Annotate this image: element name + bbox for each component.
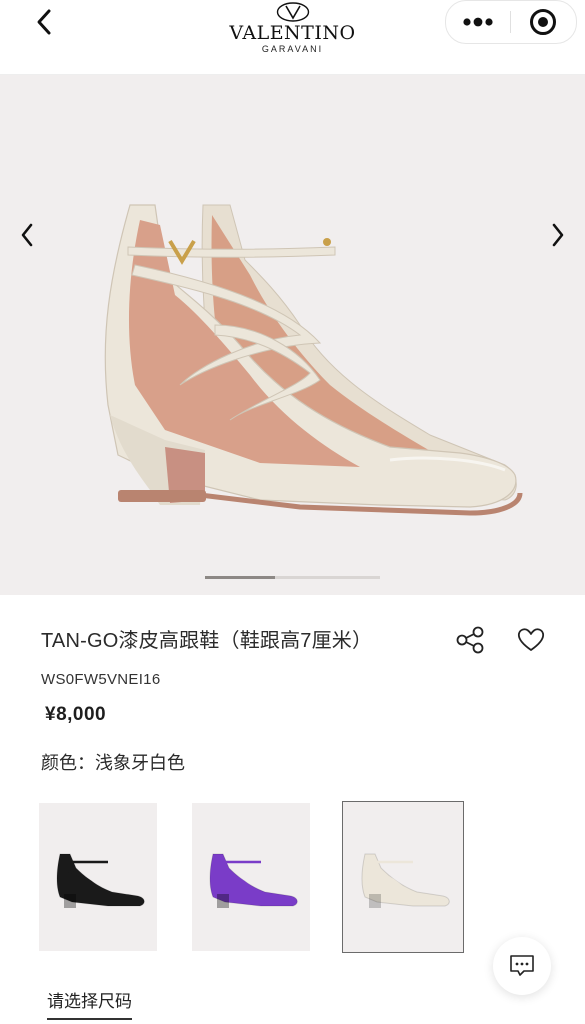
product-price: ¥8,000 bbox=[45, 704, 107, 725]
brand-name: VALENTINO bbox=[229, 22, 356, 44]
product-image bbox=[104, 204, 523, 516]
more-menu-button[interactable] bbox=[446, 1, 510, 43]
product-sku: WS0FW5VNEI16 bbox=[41, 671, 161, 688]
gallery-next-button[interactable] bbox=[543, 220, 573, 250]
chat-bubble-icon bbox=[510, 955, 534, 976]
gallery-prev-button[interactable] bbox=[12, 220, 42, 250]
chat-button[interactable] bbox=[493, 937, 551, 995]
favorite-button[interactable] bbox=[515, 624, 547, 656]
chevron-left-icon bbox=[37, 9, 51, 35]
more-dots-icon bbox=[463, 17, 493, 27]
product-image-gallery[interactable] bbox=[0, 75, 585, 595]
color-swatch-ivory[interactable] bbox=[342, 801, 464, 953]
back-button[interactable] bbox=[26, 4, 62, 40]
share-icon bbox=[456, 626, 484, 654]
exit-program-button[interactable] bbox=[511, 1, 575, 43]
color-value: 浅象牙白色 bbox=[95, 753, 185, 774]
brand-logo: VALENTINO GARAVANI bbox=[223, 2, 363, 55]
color-swatch-purple[interactable] bbox=[192, 803, 310, 951]
color-swatch-black[interactable] bbox=[39, 803, 157, 951]
brand-subname: GARAVANI bbox=[261, 44, 324, 54]
gallery-progress-fill bbox=[205, 576, 275, 579]
valentino-v-logo-icon bbox=[276, 2, 309, 22]
chevron-right-icon bbox=[552, 223, 564, 247]
target-circle-icon bbox=[530, 9, 556, 35]
swatch-shoe-image bbox=[56, 853, 145, 908]
product-title: TAN-GO漆皮高跟鞋（鞋跟高7厘米） bbox=[41, 630, 373, 652]
share-button[interactable] bbox=[455, 624, 487, 656]
mini-program-capsule bbox=[445, 0, 577, 44]
heart-icon bbox=[517, 628, 545, 651]
chevron-left-icon bbox=[21, 223, 33, 247]
select-size-link[interactable]: 请选择尺码 bbox=[47, 987, 132, 1020]
swatch-shoe-image bbox=[209, 853, 298, 908]
top-bar: VALENTINO GARAVANI bbox=[0, 0, 585, 75]
color-label: 颜色： bbox=[41, 753, 95, 774]
product-color: 颜色：浅象牙白色 bbox=[41, 749, 185, 775]
gallery-progress-track bbox=[205, 576, 380, 579]
swatch-shoe-image bbox=[361, 853, 450, 908]
